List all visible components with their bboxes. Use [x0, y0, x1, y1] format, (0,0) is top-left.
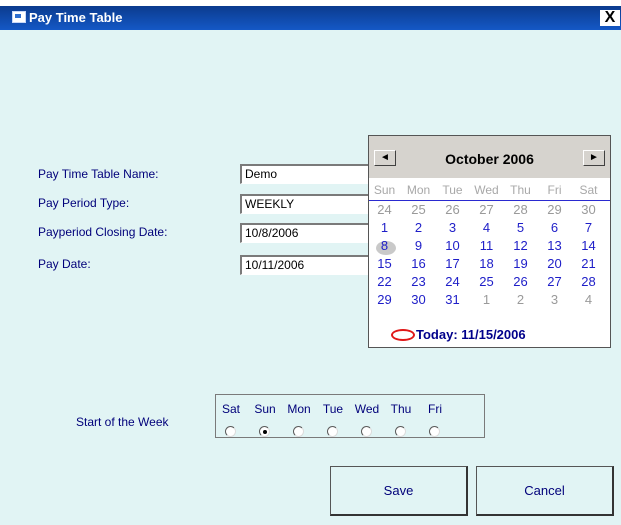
calendar-month-label: October 2006 — [445, 151, 534, 167]
pay-time-table-name-input[interactable]: Demo — [240, 164, 372, 184]
calendar-day[interactable]: 7 — [573, 220, 604, 235]
calendar-day[interactable]: 27 — [471, 202, 502, 217]
calendar-day[interactable]: 13 — [539, 238, 570, 253]
calendar-day[interactable]: 19 — [505, 256, 536, 271]
week-start-radio-wed[interactable] — [361, 426, 372, 437]
calendar-day[interactable]: 21 — [573, 256, 604, 271]
calendar-day[interactable]: 25 — [403, 202, 434, 217]
calendar-day[interactable]: 5 — [505, 220, 536, 235]
calendar-day[interactable]: 27 — [539, 274, 570, 289]
save-button[interactable]: Save — [330, 466, 468, 516]
calendar-day[interactable]: 20 — [539, 256, 570, 271]
week-start-label-sun: Sun — [254, 402, 276, 416]
week-start-label-thu: Thu — [390, 402, 412, 416]
payperiod-closing-date-input[interactable]: 10/8/2006 — [240, 223, 372, 243]
week-start-label-mon: Mon — [287, 402, 311, 416]
calendar-day[interactable]: 6 — [539, 220, 570, 235]
calendar-popup: ◄ October 2006 ► Sun Mon Tue Wed Thu Fri Sat 2… — [368, 135, 611, 348]
app-window-icon — [12, 11, 26, 23]
calendar-day[interactable]: 12 — [505, 238, 536, 253]
calendar-day[interactable]: 4 — [573, 292, 604, 307]
week-start-radio-sun[interactable] — [259, 426, 270, 437]
pay-time-table-name-label: Pay Time Table Name: — [38, 167, 159, 181]
pay-period-type-label: Pay Period Type: — [38, 196, 130, 210]
week-start-label-wed: Wed — [354, 402, 380, 416]
calendar-header: ◄ October 2006 ► — [369, 136, 610, 178]
day-name-sat: Sat — [579, 183, 598, 197]
week-start-radio-sat[interactable] — [225, 426, 236, 437]
week-start-label-sat: Sat — [221, 402, 240, 416]
calendar-day[interactable]: 1 — [471, 292, 502, 307]
calendar-day[interactable]: 26 — [437, 202, 468, 217]
window-title: Pay Time Table — [29, 10, 123, 25]
next-month-button[interactable]: ► — [583, 150, 605, 166]
calendar-day[interactable]: 10 — [437, 238, 468, 253]
calendar-day[interactable]: 1 — [369, 220, 400, 235]
payperiod-closing-date-label: Payperiod Closing Date: — [38, 225, 168, 239]
calendar-day[interactable]: 28 — [505, 202, 536, 217]
calendar-day-names: Sun Mon Tue Wed Thu Fri Sat — [369, 182, 610, 201]
calendar-day[interactable]: 17 — [437, 256, 468, 271]
week-start-radio-mon[interactable] — [293, 426, 304, 437]
calendar-day[interactable]: 22 — [369, 274, 400, 289]
day-name-tue: Tue — [442, 183, 463, 197]
today-circle-icon — [391, 329, 415, 341]
day-name-thu: Thu — [510, 183, 531, 197]
calendar-day[interactable]: 3 — [539, 292, 570, 307]
calendar-day[interactable]: 28 — [573, 274, 604, 289]
calendar-day[interactable]: 18 — [471, 256, 502, 271]
day-name-wed: Wed — [474, 183, 499, 197]
pay-period-type-select[interactable]: WEEKLY — [240, 194, 372, 214]
calendar-day[interactable]: 25 — [471, 274, 502, 289]
calendar-day[interactable]: 24 — [437, 274, 468, 289]
week-start-label-fri: Fri — [428, 402, 442, 416]
today-label: Today: 11/15/2006 — [416, 327, 526, 342]
start-of-week-label: Start of the Week — [76, 415, 169, 429]
calendar-day[interactable]: 31 — [437, 292, 468, 307]
calendar-day[interactable]: 9 — [403, 238, 434, 253]
today-link[interactable]: Today: 11/15/2006 — [369, 325, 610, 345]
week-start-radio-fri[interactable] — [429, 426, 440, 437]
start-of-week-group: Sat Sun Mon Tue Wed Thu Fri — [215, 394, 485, 438]
calendar-day[interactable]: 24 — [369, 202, 400, 217]
day-name-mon: Mon — [406, 183, 431, 197]
calendar-day[interactable]: 15 — [369, 256, 400, 271]
week-start-radio-thu[interactable] — [395, 426, 406, 437]
calendar-day[interactable]: 4 — [471, 220, 502, 235]
calendar-day[interactable]: 29 — [539, 202, 570, 217]
cancel-button[interactable]: Cancel — [476, 466, 614, 516]
calendar-day[interactable]: 3 — [437, 220, 468, 235]
calendar-day[interactable]: 16 — [403, 256, 434, 271]
calendar-day[interactable]: 29 — [369, 292, 400, 307]
pay-date-input[interactable]: 10/11/2006 — [240, 255, 372, 275]
calendar-day-selected[interactable]: 8 — [369, 238, 400, 253]
day-name-fri: Fri — [547, 183, 562, 197]
week-start-radio-tue[interactable] — [327, 426, 338, 437]
calendar-day[interactable]: 2 — [403, 220, 434, 235]
pay-date-label: Pay Date: — [38, 257, 91, 271]
day-name-sun: Sun — [373, 183, 396, 197]
calendar-day[interactable]: 11 — [471, 238, 502, 253]
title-bar-fill: Pay Time Table — [0, 6, 621, 30]
calendar-day[interactable]: 30 — [403, 292, 434, 307]
calendar-day[interactable]: 14 — [573, 238, 604, 253]
week-start-label-tue: Tue — [322, 402, 344, 416]
calendar-day[interactable]: 26 — [505, 274, 536, 289]
title-bar: Pay Time Table X — [0, 0, 621, 30]
calendar-day[interactable]: 30 — [573, 202, 604, 217]
calendar-day[interactable]: 23 — [403, 274, 434, 289]
close-icon[interactable]: X — [600, 10, 620, 26]
pay-time-table-window: Pay Time Table X Pay Time Table Name: De… — [0, 0, 621, 525]
calendar-day[interactable]: 2 — [505, 292, 536, 307]
